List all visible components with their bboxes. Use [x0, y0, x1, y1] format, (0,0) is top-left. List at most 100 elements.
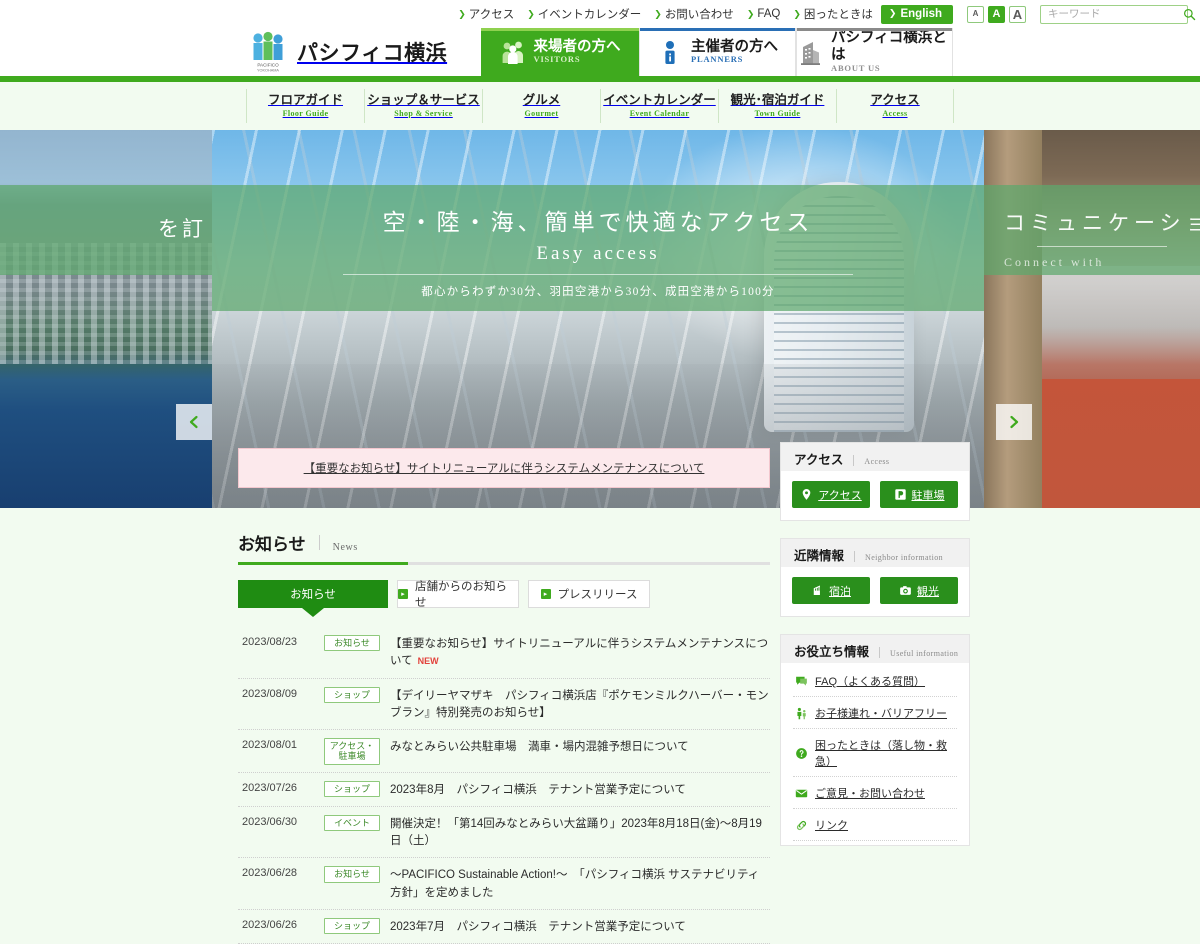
sidebar: アクセス Access アクセス 駐車場 近隣情報 Neighbor infor…: [780, 442, 970, 863]
utility-link-help[interactable]: ❯ 困ったときは: [793, 6, 873, 22]
utility-link-event-calendar[interactable]: ❯ イベントカレンダー: [527, 6, 641, 22]
slide-caption-en: Easy access: [536, 243, 660, 264]
news-list-item[interactable]: 2023/07/26 ショップ 2023年8月 パシフィコ横浜 テナント営業予定…: [238, 773, 770, 807]
news-date: 2023/06/30: [242, 815, 298, 828]
access-button[interactable]: アクセス: [792, 481, 870, 508]
mail-icon: [795, 789, 808, 797]
font-size-medium-button[interactable]: A: [988, 5, 1005, 23]
panel-title-ja: 近隣情報: [794, 549, 845, 563]
hotel-button[interactable]: 宿泊: [792, 577, 870, 604]
caption-divider: [343, 274, 853, 275]
neighbor-panel-body: 宿泊 観光: [781, 567, 969, 616]
nav-label-ja: ショップ＆サービス: [367, 93, 480, 108]
family-icon: [797, 707, 806, 719]
news-list-item[interactable]: 2023/06/30 イベント 開催決定！「第14回みなとみらい大盆踊り」202…: [238, 807, 770, 859]
nav-item-event-calendar[interactable]: イベントカレンダー Event Calendar: [600, 89, 718, 123]
slide-caption-ja: 空・陸・海、簡単で快適なアクセス: [382, 210, 814, 235]
pacifico-logo-icon: PACIFICO YOKOHAMA: [253, 31, 283, 73]
news-section-header: お知らせ News: [238, 530, 770, 565]
news-list-item[interactable]: 2023/08/01 アクセス・駐車場 みなとみらい公共駐車場 満車・場内混雑予…: [238, 730, 770, 773]
parking-button-label: 駐車場: [911, 489, 945, 502]
slide-caption-en: Connect with: [1004, 255, 1105, 269]
hero-slide-previous[interactable]: を訂: [0, 130, 212, 508]
arrow-right-icon: ▸: [540, 589, 551, 599]
useful-item-label: リンク: [815, 820, 848, 832]
panel-divider: [853, 454, 855, 466]
font-size-small-button[interactable]: A: [967, 5, 984, 23]
chevron-left-icon: [189, 415, 198, 429]
english-button-label: English: [900, 7, 942, 20]
news-date: 2023/08/23: [242, 636, 298, 648]
search-input[interactable]: [1048, 8, 1183, 20]
title-divider: [318, 535, 320, 550]
chevron-right-icon: ❯: [793, 8, 801, 19]
header-tab-planners[interactable]: 主催者の方へ PLANNERS: [639, 28, 796, 76]
chevron-right-icon: ❯: [527, 8, 535, 19]
utility-link-access[interactable]: ❯ アクセス: [458, 6, 514, 22]
tab-label-en: ABOUT US: [831, 62, 881, 73]
slider-next-button[interactable]: [996, 404, 1032, 440]
slide-caption-next: コミュニケーション Connect with: [984, 185, 1200, 275]
utility-links: ❯ アクセス ❯ イベントカレンダー ❯ お問い合わせ ❯ FAQ ❯ 困ったと…: [458, 6, 873, 22]
news-title: みなとみらい公共駐車場 満車・場内混雑予想日について: [390, 741, 689, 753]
search-icon[interactable]: [1183, 8, 1196, 21]
nav-item-gourmet[interactable]: グルメ Gourmet: [482, 89, 600, 123]
people-icon: [502, 41, 523, 64]
useful-item-links[interactable]: リンク: [793, 809, 957, 841]
news-title-text: 【重要なお知らせ】サイトリニューアルに伴うシステムメンテナンスについて: [390, 638, 769, 668]
news-list-item[interactable]: 2023/06/28 お知らせ 〜PACIFICO Sustainable Ac…: [238, 858, 770, 910]
utility-link-contact[interactable]: ❯ お問い合わせ: [654, 6, 734, 22]
useful-item-faq[interactable]: FAQ（よくある質問）: [793, 665, 957, 697]
parking-icon: [894, 489, 906, 500]
news-list-item[interactable]: 2023/06/26 ショップ 2023年7月 パシフィコ横浜 テナント営業予定…: [238, 910, 770, 944]
site-logo[interactable]: PACIFICO YOKOHAMA パシフィコ横浜: [248, 31, 447, 73]
tab-label-ja: 主催者の方へ: [691, 38, 778, 55]
tab-label-ja: パシフィコ横浜とは: [831, 30, 947, 64]
news-list-item[interactable]: 2023/08/09 ショップ 【デイリーヤマザキ パシフィコ横浜店『ポケモンミ…: [238, 679, 770, 730]
chevron-right-icon: ❯: [888, 8, 897, 18]
nav-label-en: Town Guide: [754, 108, 801, 118]
useful-item-barrier-free[interactable]: お子様連れ・バリアフリー: [793, 697, 957, 729]
tab-top-accent: [481, 28, 639, 31]
news-list-item[interactable]: 2023/08/23 お知らせ 【重要なお知らせ】サイトリニューアルに伴うシステ…: [238, 627, 770, 679]
nav-item-floor-guide[interactable]: フロアガイド Floor Guide: [246, 89, 364, 123]
news-title: 2023年8月 パシフィコ横浜 テナント営業予定について: [390, 783, 686, 796]
nav-item-town-guide[interactable]: 観光･宿泊ガイド Town Guide: [718, 89, 836, 123]
news-tab-oshirase[interactable]: お知らせ: [238, 580, 388, 608]
svg-text:YOKOHAMA: YOKOHAMA: [257, 69, 279, 73]
important-notice-banner[interactable]: 【重要なお知らせ】サイトリニューアルに伴うシステムメンテナンスについて: [238, 448, 770, 488]
news-tab-press-release[interactable]: ▸ プレスリリース: [528, 580, 650, 608]
news-category-badge: ショップ: [324, 780, 380, 798]
utility-link-faq[interactable]: ❯ FAQ: [747, 8, 781, 20]
useful-item-trouble[interactable]: 困ったときは（落し物・救急）: [793, 729, 957, 777]
nav-label-en: Floor Guide: [282, 108, 329, 118]
font-size-large-button[interactable]: A: [1009, 5, 1026, 23]
map-pin-icon: [802, 488, 811, 500]
question-circle-icon: [796, 747, 807, 759]
search-box[interactable]: [1040, 4, 1196, 24]
header-tab-visitors[interactable]: 来場者の方へ VISITORS: [481, 28, 639, 76]
nav-label-en: Gourmet: [524, 108, 559, 118]
english-language-button[interactable]: ❯ English: [880, 4, 953, 24]
header-tab-about-us[interactable]: パシフィコ横浜とは ABOUT US: [796, 28, 953, 76]
useful-item-contact[interactable]: ご意見・お問い合わせ: [793, 777, 957, 809]
panel-title-en: Access: [864, 457, 890, 466]
news-category-badge: お知らせ: [324, 635, 380, 652]
sightseeing-button[interactable]: 観光: [880, 577, 958, 604]
font-size-controls: A A A: [967, 5, 1026, 23]
news-category-badge: ショップ: [324, 917, 380, 935]
parking-button[interactable]: 駐車場: [880, 481, 958, 508]
panel-title-en: Neighbor information: [865, 553, 943, 562]
news-tab-shop-news[interactable]: ▸ 店舗からのお知らせ: [397, 580, 519, 609]
hotel-button-label: 宿泊: [829, 585, 851, 598]
hero-slide-next[interactable]: コミュニケーション Connect with: [984, 130, 1200, 508]
speech-bubble-icon: [796, 676, 807, 686]
person-info-icon: [665, 41, 675, 64]
utility-link-label: お問い合わせ: [664, 9, 734, 21]
chevron-right-icon: ❯: [458, 8, 466, 19]
news-date: 2023/08/09: [242, 687, 298, 700]
nav-item-shop-service[interactable]: ショップ＆サービス Shop & Service: [364, 89, 482, 123]
slider-prev-button[interactable]: [176, 404, 212, 440]
tab-labels: パシフィコ横浜とは ABOUT US: [831, 30, 952, 73]
nav-item-access[interactable]: アクセス Access: [836, 89, 954, 123]
